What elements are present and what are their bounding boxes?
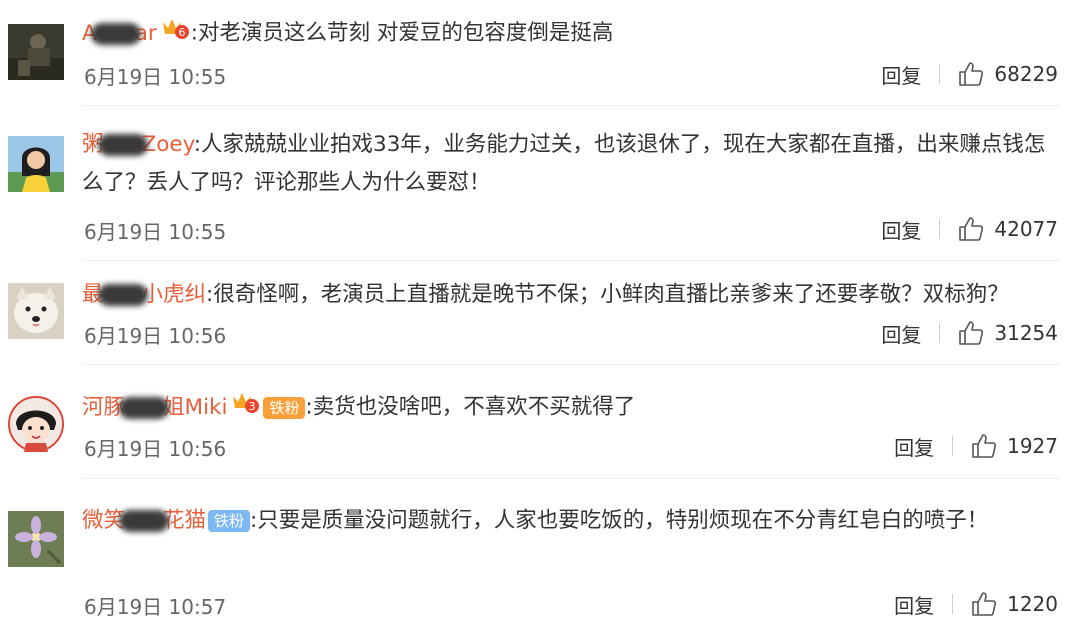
thumbs-up-icon[interactable]	[971, 433, 997, 459]
svg-text:3: 3	[249, 400, 256, 413]
username-link[interactable]: Aar	[82, 21, 157, 46]
divider	[82, 260, 1060, 261]
comment-text: 河豚 姐Miki 3 铁粉:卖货也没啥吧，不喜欢不买就得了	[82, 388, 1057, 427]
comment-body: 卖货也没啥吧，不喜欢不买就得了	[312, 394, 636, 420]
divider	[952, 436, 954, 456]
timestamp: 6月19日 10:56	[84, 324, 227, 348]
avatar[interactable]	[8, 511, 64, 567]
username-end: 小虎纠	[141, 282, 207, 307]
comment-body: 只要是质量没问题就行，人家也要吃饭的，特别烦现在不分青红皂白的喷子！	[257, 508, 989, 533]
redaction-blur	[119, 510, 170, 532]
thumbs-up-icon[interactable]	[971, 591, 997, 617]
thumbs-up-icon[interactable]	[958, 61, 984, 87]
comment-text: 最小虎纠:很奇怪啊，老演员上直播就是晚节不保；小鲜肉直播比亲爹来了还要孝敬？双标…	[82, 276, 1057, 314]
vip-crown-icon[interactable]: 6	[161, 14, 189, 53]
divider	[939, 323, 941, 343]
comment-text: 微笑 花猫 铁粉:只要是质量没问题就行，人家也要吃饭的，特别烦现在不分青红皂白的喷子…	[82, 502, 1057, 540]
vip-crown-icon[interactable]: 3	[231, 388, 260, 427]
comment-actions: 回复 68229	[881, 59, 1058, 89]
avatar-image	[8, 24, 64, 80]
comment-body: 很奇怪啊，老演员上直播就是晚节不保；小鲜肉直播比亲爹来了还要孝敬？双标狗？	[213, 282, 1009, 307]
comment-text: Aar 6:对老演员这么苛刻 对爱豆的包容度倒是挺高	[82, 14, 1057, 53]
reply-button[interactable]: 回复	[881, 319, 921, 348]
like-count: 31254	[994, 321, 1058, 345]
comment-actions: 回复 42077	[881, 214, 1058, 244]
avatar[interactable]	[8, 136, 64, 192]
comment-actions: 回复 31254	[881, 318, 1058, 348]
avatar-image	[8, 136, 64, 192]
divider	[82, 478, 1060, 479]
username-end: 花猫	[163, 508, 207, 533]
timestamp: 6月19日 10:57	[84, 595, 227, 619]
reply-button[interactable]: 回复	[881, 215, 921, 244]
avatar-image	[8, 396, 64, 452]
reply-button[interactable]: 回复	[881, 60, 921, 89]
avatar[interactable]	[8, 283, 64, 339]
svg-text:6: 6	[178, 26, 185, 39]
comment-body: 人家兢兢业业拍戏33年，业务能力过关，也该退休了，现在大家都在直播，出来赚点钱怎…	[82, 132, 1046, 195]
avatar[interactable]	[8, 24, 64, 80]
reply-button[interactable]: 回复	[894, 432, 934, 461]
reply-button[interactable]: 回复	[894, 590, 934, 619]
like-count: 42077	[994, 217, 1058, 241]
comment-text: 粥 Zoey:人家兢兢业业拍戏33年，业务能力过关，也该退休了，现在大家都在直播，…	[82, 126, 1057, 202]
comment-actions: 回复 1220	[894, 589, 1058, 619]
timestamp: 6月19日 10:56	[84, 437, 227, 461]
divider	[939, 219, 941, 239]
avatar[interactable]	[8, 396, 64, 452]
separator: :	[305, 394, 313, 420]
divider	[82, 105, 1060, 106]
redaction-blur	[97, 134, 148, 156]
thumbs-up-icon[interactable]	[958, 320, 984, 346]
redaction-blur	[97, 284, 148, 306]
redaction-blur	[90, 22, 141, 45]
username-end: Zoey	[141, 132, 194, 157]
redaction-blur	[119, 396, 170, 419]
like-count: 1220	[1007, 592, 1058, 616]
comment-actions: 回复 1927	[894, 431, 1058, 461]
separator: :	[193, 132, 202, 157]
avatar-image	[8, 511, 64, 567]
divider	[952, 594, 954, 614]
thumbs-up-icon[interactable]	[958, 216, 984, 242]
username-link[interactable]: 最小虎纠	[82, 282, 206, 307]
username-link[interactable]: 粥 Zoey	[82, 132, 194, 157]
fan-badge[interactable]: 铁粉	[208, 510, 251, 532]
timestamp: 6月19日 10:55	[84, 220, 227, 244]
divider	[82, 364, 1060, 365]
avatar-image	[8, 283, 64, 339]
username-end: 姐Miki	[163, 394, 228, 420]
like-count: 68229	[994, 62, 1058, 86]
separator: :	[190, 20, 198, 46]
username-link[interactable]: 微笑 花猫	[82, 508, 206, 533]
fan-badge[interactable]: 铁粉	[263, 396, 306, 419]
divider	[939, 64, 941, 84]
username-link[interactable]: 河豚 姐Miki	[82, 395, 227, 420]
like-count: 1927	[1007, 434, 1058, 458]
timestamp: 6月19日 10:55	[84, 65, 227, 89]
comment-body: 对老演员这么苛刻 对爱豆的包容度倒是挺高	[197, 20, 614, 46]
